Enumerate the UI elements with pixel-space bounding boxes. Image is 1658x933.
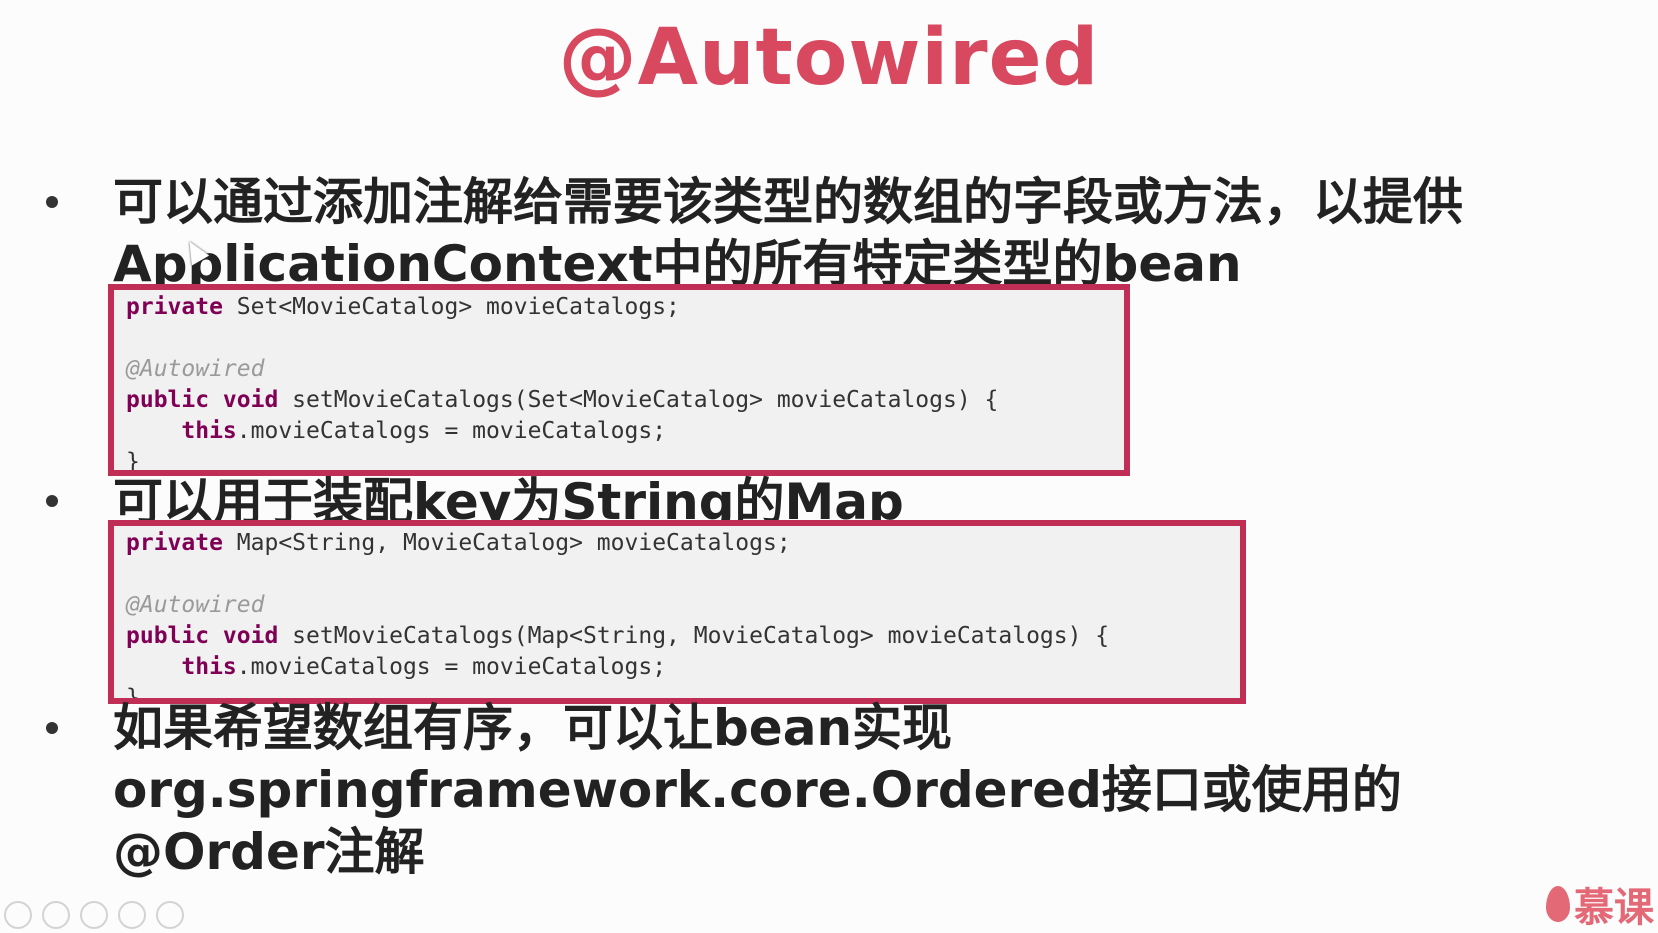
brand-watermark: 慕课 (1546, 875, 1654, 933)
code-text: .movieCatalogs = movieCatalogs; (236, 418, 667, 444)
code-text: setMovieCatalogs(Map<String, MovieCatalo… (278, 623, 1110, 649)
bullet-3-line-3: @Order注解 (113, 823, 425, 881)
brand-text: 慕课 (1574, 885, 1654, 931)
slides-icon[interactable] (80, 901, 108, 929)
slide-title: @Autowired (558, 13, 1100, 103)
bullet-1-line-1: 可以通过添加注解给需要该类型的数组的字段或方法，以提供 (113, 173, 1463, 231)
presentation-toolbar[interactable] (4, 901, 184, 929)
code-line: this.movieCatalogs = movieCatalogs; (126, 416, 1124, 447)
code-keyword: public void (126, 623, 279, 649)
zoom-icon[interactable] (118, 901, 146, 929)
bullet-3-line-2: org.springframework.core.Ordered接口或使用的 (113, 761, 1402, 819)
code-keyword: public void (126, 387, 279, 413)
slide: @Autowired 可以通过添加注解给需要该类型的数组的字段或方法，以提供 A… (0, 0, 1658, 933)
code-keyword: this (181, 418, 237, 444)
code-text: Set<MovieCatalog> movieCatalogs; (222, 294, 680, 320)
code-line: public void setMovieCatalogs(Set<MovieCa… (126, 385, 1124, 416)
code-text: setMovieCatalogs(Set<MovieCatalog> movie… (278, 387, 999, 413)
bullet-dot (46, 196, 58, 208)
code-line: private Map<String, MovieCatalog> movieC… (126, 528, 1240, 559)
code-line: public void setMovieCatalogs(Map<String,… (126, 621, 1240, 652)
bullet-dot (46, 722, 58, 734)
code-block-map: private Map<String, MovieCatalog> movieC… (108, 520, 1246, 704)
pen-icon[interactable] (42, 901, 70, 929)
code-annotation: @Autowired (126, 592, 265, 618)
bullet-3-line-1: 如果希望数组有序，可以让bean实现 (113, 699, 953, 757)
more-icon[interactable] (156, 901, 184, 929)
code-block-set: private Set<MovieCatalog> movieCatalogs;… (108, 284, 1130, 476)
bullet-dot (46, 495, 58, 507)
code-keyword: private (126, 294, 223, 320)
code-text: .movieCatalogs = movieCatalogs; (236, 654, 667, 680)
code-line: this.movieCatalogs = movieCatalogs; (126, 652, 1240, 683)
previous-slide-icon[interactable] (4, 901, 32, 929)
code-keyword: this (181, 654, 237, 680)
code-keyword: private (126, 530, 223, 556)
flame-logo-icon (1546, 886, 1570, 922)
code-annotation: @Autowired (126, 356, 265, 382)
code-text: Map<String, MovieCatalog> movieCatalogs; (222, 530, 791, 556)
code-line: private Set<MovieCatalog> movieCatalogs; (126, 292, 1124, 323)
